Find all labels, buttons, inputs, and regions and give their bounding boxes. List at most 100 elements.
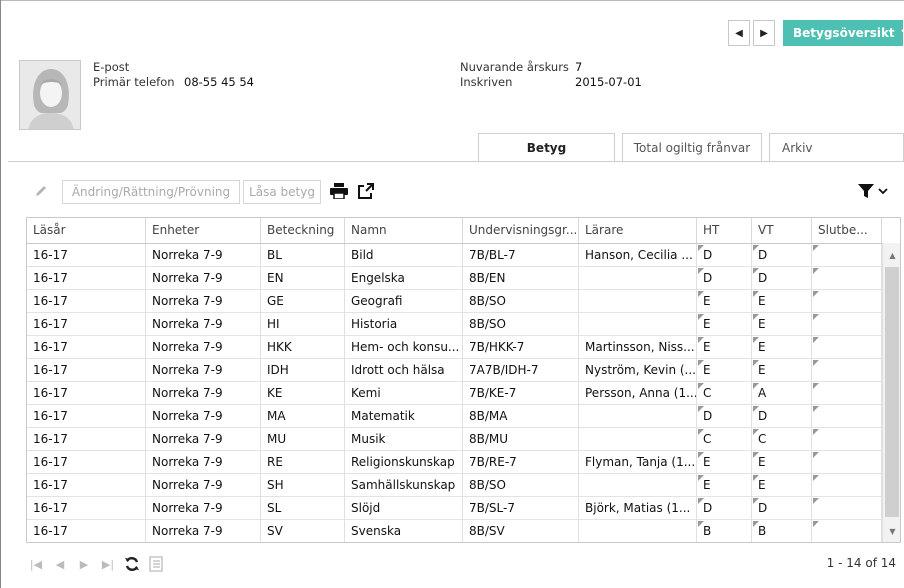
- column-header[interactable]: Beteckning: [261, 218, 345, 243]
- table-cell[interactable]: [812, 451, 882, 473]
- print-button[interactable]: [327, 178, 351, 204]
- vertical-scrollbar[interactable]: ▲ ▼: [882, 243, 900, 542]
- table-cell[interactable]: [812, 497, 882, 519]
- table-cell[interactable]: [812, 405, 882, 427]
- table-cell[interactable]: C: [752, 428, 812, 450]
- column-settings-icon[interactable]: [146, 553, 166, 575]
- edit-button[interactable]: [30, 178, 52, 204]
- table-cell[interactable]: B: [752, 520, 812, 542]
- scroll-up-icon[interactable]: ▲: [883, 245, 900, 265]
- table-cell: 7A7B/IDH-7: [463, 359, 579, 381]
- table-cell[interactable]: D: [697, 267, 752, 289]
- table-cell[interactable]: [812, 267, 882, 289]
- table-row[interactable]: 16-17 Norreka 7-9 EN Engelska 8B/EN D D: [27, 267, 882, 290]
- tab-total-absence[interactable]: Total ogiltig frånvar: [622, 133, 762, 161]
- table-cell[interactable]: D: [752, 267, 812, 289]
- table-cell[interactable]: D: [752, 405, 812, 427]
- column-header[interactable]: Enheter: [146, 218, 261, 243]
- table-cell[interactable]: [812, 382, 882, 404]
- filter-icon: [858, 184, 874, 198]
- first-page-icon[interactable]: |◀: [26, 553, 46, 575]
- scroll-down-icon[interactable]: ▼: [883, 521, 900, 541]
- tab-archive-label: Arkiv: [782, 140, 813, 155]
- table-cell[interactable]: D: [697, 405, 752, 427]
- table-cell: Kemi: [345, 382, 463, 404]
- table-cell[interactable]: E: [752, 313, 812, 335]
- table-row[interactable]: 16-17 Norreka 7-9 BL Bild 7B/BL-7 Hanson, Cec…: [27, 244, 882, 267]
- tab-archive[interactable]: Arkiv: [769, 133, 904, 161]
- grade-overview-dropdown[interactable]: Betygsöversikt: [783, 20, 904, 46]
- table-cell[interactable]: D: [752, 497, 812, 519]
- table-cell[interactable]: [812, 428, 882, 450]
- table-row[interactable]: 16-17 Norreka 7-9 RE Religionskunskap 7B/RE-…: [27, 451, 882, 474]
- export-button[interactable]: [354, 178, 378, 204]
- table-cell[interactable]: E: [752, 359, 812, 381]
- previous-student-button[interactable]: ◀: [728, 20, 750, 46]
- table-cell[interactable]: E: [697, 474, 752, 496]
- table-row[interactable]: 16-17 Norreka 7-9 IDH Idrott och hälsa 7A7B/…: [27, 359, 882, 382]
- table-cell: 16-17: [27, 359, 146, 381]
- table-cell: Norreka 7-9: [146, 244, 261, 266]
- table-cell[interactable]: A: [752, 382, 812, 404]
- table-row[interactable]: 16-17 Norreka 7-9 HKK Hem- och konsu... 7B/H…: [27, 336, 882, 359]
- previous-page-icon[interactable]: ◀: [50, 553, 70, 575]
- table-cell[interactable]: E: [697, 359, 752, 381]
- table-row[interactable]: 16-17 Norreka 7-9 KE Kemi 7B/KE-7 Persson, An…: [27, 382, 882, 405]
- column-header[interactable]: Läsår: [27, 218, 146, 243]
- table-cell: Norreka 7-9: [146, 451, 261, 473]
- filter-dropdown[interactable]: [848, 178, 898, 204]
- column-header[interactable]: Slutbe...: [812, 218, 882, 243]
- table-cell[interactable]: E: [697, 290, 752, 312]
- tab-grades[interactable]: Betyg: [478, 133, 615, 162]
- column-header[interactable]: Lärare: [579, 218, 697, 243]
- grade-overview-label: Betygsöversikt: [793, 26, 895, 40]
- table-cell: Norreka 7-9: [146, 428, 261, 450]
- column-header[interactable]: VT: [752, 218, 812, 243]
- table-cell[interactable]: [812, 474, 882, 496]
- table-cell: 16-17: [27, 382, 146, 404]
- table-cell[interactable]: [812, 313, 882, 335]
- lock-grades-button[interactable]: Låsa betyg: [243, 180, 321, 204]
- table-row[interactable]: 16-17 Norreka 7-9 SH Samhällskunskap 8B/SO E E: [27, 474, 882, 497]
- last-page-icon[interactable]: ▶|: [98, 553, 118, 575]
- scrollbar-thumb[interactable]: [885, 267, 899, 517]
- table-cell[interactable]: D: [697, 244, 752, 266]
- table-row[interactable]: 16-17 Norreka 7-9 SV Svenska 8B/SV B B: [27, 520, 882, 542]
- table-cell: 8B/SV: [463, 520, 579, 542]
- column-header[interactable]: HT: [697, 218, 752, 243]
- next-page-icon[interactable]: ▶: [74, 553, 94, 575]
- table-cell[interactable]: [812, 244, 882, 266]
- table-cell[interactable]: B: [697, 520, 752, 542]
- table-row[interactable]: 16-17 Norreka 7-9 SL Slöjd 7B/SL-7 Björk, Mat…: [27, 497, 882, 520]
- next-student-button[interactable]: ▶: [753, 20, 775, 46]
- table-cell: 8B/SO: [463, 290, 579, 312]
- table-row[interactable]: 16-17 Norreka 7-9 MA Matematik 8B/MA D D: [27, 405, 882, 428]
- table-cell[interactable]: E: [752, 290, 812, 312]
- table-row[interactable]: 16-17 Norreka 7-9 MU Musik 8B/MU C C: [27, 428, 882, 451]
- table-row[interactable]: 16-17 Norreka 7-9 GE Geografi 8B/SO E E: [27, 290, 882, 313]
- table-cell[interactable]: D: [697, 497, 752, 519]
- table-cell: IDH: [261, 359, 345, 381]
- table-cell[interactable]: E: [752, 336, 812, 358]
- table-cell: Musik: [345, 428, 463, 450]
- table-cell[interactable]: D: [752, 244, 812, 266]
- table-cell: RE: [261, 451, 345, 473]
- table-cell[interactable]: [812, 359, 882, 381]
- table-cell[interactable]: E: [752, 474, 812, 496]
- table-cell[interactable]: [812, 336, 882, 358]
- change-correction-button[interactable]: Ändring/Rättning/Prövning: [62, 180, 240, 204]
- table-cell[interactable]: E: [697, 451, 752, 473]
- table-cell[interactable]: [812, 290, 882, 312]
- table-cell[interactable]: C: [697, 382, 752, 404]
- table-cell[interactable]: [812, 520, 882, 542]
- table-cell[interactable]: C: [697, 428, 752, 450]
- table-cell[interactable]: E: [697, 313, 752, 335]
- column-header[interactable]: Namn: [345, 218, 463, 243]
- table-cell[interactable]: E: [752, 451, 812, 473]
- table-cell: Matematik: [345, 405, 463, 427]
- table-cell: Norreka 7-9: [146, 497, 261, 519]
- table-cell[interactable]: E: [697, 336, 752, 358]
- column-header[interactable]: Undervisningsgr...: [463, 218, 579, 243]
- table-row[interactable]: 16-17 Norreka 7-9 HI Historia 8B/SO E E: [27, 313, 882, 336]
- refresh-icon[interactable]: [122, 553, 142, 575]
